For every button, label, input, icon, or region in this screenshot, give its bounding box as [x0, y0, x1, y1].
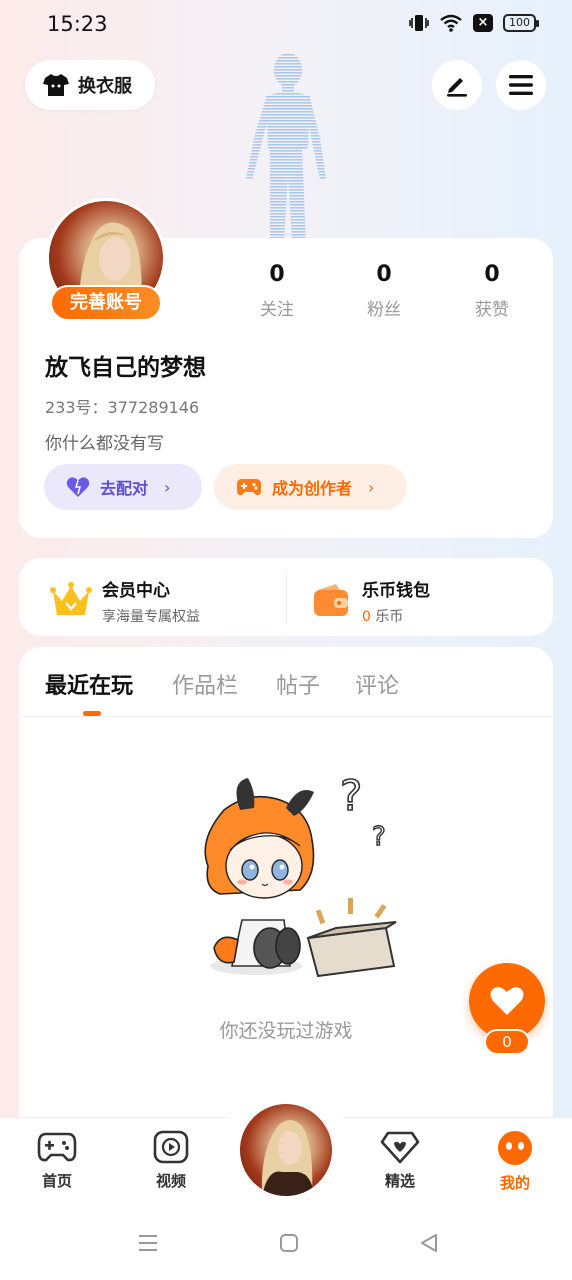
- heart-icon: [490, 987, 524, 1015]
- stat-likes-value: 0: [484, 262, 500, 287]
- nav-featured-label: 精选: [384, 1172, 415, 1190]
- vibrate-icon: [409, 15, 429, 31]
- vip-center-subtitle: 享海量专属权益: [102, 609, 200, 625]
- user-id[interactable]: 233号：377289146: [45, 394, 199, 418]
- like-count: 0: [484, 1029, 530, 1055]
- nav-mine[interactable]: 我的: [475, 1130, 555, 1193]
- tab-recent-play[interactable]: 最近在玩: [45, 668, 133, 700]
- vip-center-title: 会员中心: [102, 581, 170, 601]
- vip-center-entry[interactable]: 会员中心 享海量专属权益: [50, 576, 200, 626]
- stat-likes[interactable]: 0 获赞: [447, 262, 537, 320]
- stat-following-label: 关注: [260, 300, 294, 320]
- stat-following[interactable]: 0 关注: [232, 262, 322, 320]
- gamepad-icon: [37, 1132, 77, 1162]
- nav-center-avatar[interactable]: [240, 1104, 332, 1196]
- become-creator-label: 成为创作者: [272, 479, 353, 498]
- nav-home[interactable]: 首页: [17, 1130, 97, 1191]
- stat-likes-label: 获赞: [475, 300, 509, 320]
- stat-fans-value: 0: [376, 262, 392, 287]
- wallet-balance: 0 乐币: [362, 606, 430, 626]
- wifi-icon: [440, 14, 462, 32]
- nav-video-label: 视频: [155, 1172, 186, 1190]
- menu-button[interactable]: [496, 60, 546, 110]
- tshirt-icon: [43, 74, 69, 96]
- gamepad-icon: [237, 479, 261, 496]
- become-creator-button[interactable]: 成为创作者 ›: [214, 464, 407, 510]
- stat-following-value: 0: [269, 262, 285, 287]
- nav-video[interactable]: 视频: [131, 1130, 211, 1191]
- bio[interactable]: 你什么都没有写: [45, 429, 164, 454]
- edit-profile-button[interactable]: [432, 60, 482, 110]
- username: 放飞自己的梦想: [45, 355, 206, 381]
- tab-works[interactable]: 作品栏: [172, 668, 238, 700]
- pencil-icon: [447, 78, 467, 97]
- wallet-unit: 乐币: [375, 609, 404, 625]
- tab-divider: [19, 716, 553, 717]
- video-play-icon: [153, 1130, 189, 1164]
- match-label: 去配对: [100, 479, 149, 498]
- svg-text:?: ?: [372, 822, 386, 852]
- stat-fans-label: 粉丝: [367, 300, 401, 320]
- no-sim-icon: ×: [473, 14, 493, 32]
- status-time: 15:23: [47, 12, 108, 36]
- avatar-figure-hologram[interactable]: [236, 48, 336, 243]
- system-back-icon[interactable]: [418, 1232, 440, 1254]
- tab-posts[interactable]: 帖子: [276, 668, 320, 700]
- battery-indicator: 100: [503, 14, 539, 32]
- status-icons: × 100: [409, 14, 539, 32]
- profile-face-icon: [498, 1131, 532, 1165]
- nav-home-label: 首页: [41, 1172, 72, 1190]
- chevron-right-icon: ›: [164, 477, 171, 497]
- wallet-entry[interactable]: 乐币钱包 0 乐币: [312, 576, 430, 626]
- change-outfit-button[interactable]: 换衣服: [25, 60, 155, 110]
- change-outfit-label: 换衣服: [78, 76, 132, 97]
- complete-account-badge[interactable]: 完善账号: [50, 285, 162, 321]
- nav-mine-label: 我的: [499, 1174, 530, 1192]
- wallet-title: 乐币钱包: [362, 581, 430, 601]
- avatar-portrait: [261, 1120, 314, 1196]
- empty-state-text: 你还没玩过游戏: [219, 1020, 353, 1042]
- heart-icon: [66, 477, 90, 497]
- divider: [286, 570, 287, 624]
- stat-fans[interactable]: 0 粉丝: [339, 262, 429, 320]
- wallet-amount: 0: [362, 609, 371, 625]
- system-home-icon[interactable]: [278, 1232, 300, 1254]
- tab-comments[interactable]: 评论: [355, 668, 399, 700]
- system-menu-icon[interactable]: [137, 1232, 159, 1254]
- like-float-button[interactable]: [469, 963, 545, 1039]
- heart-diamond-icon: [380, 1131, 420, 1164]
- wallet-icon: [314, 584, 348, 616]
- hamburger-menu-icon: [509, 75, 533, 95]
- crown-icon: [50, 582, 92, 615]
- svg-text:?: ?: [340, 771, 362, 820]
- match-button[interactable]: 去配对 ›: [44, 464, 202, 510]
- nav-featured[interactable]: 精选: [360, 1130, 440, 1191]
- chevron-right-icon: ›: [368, 477, 375, 497]
- empty-state-illustration: ? ?: [204, 770, 397, 978]
